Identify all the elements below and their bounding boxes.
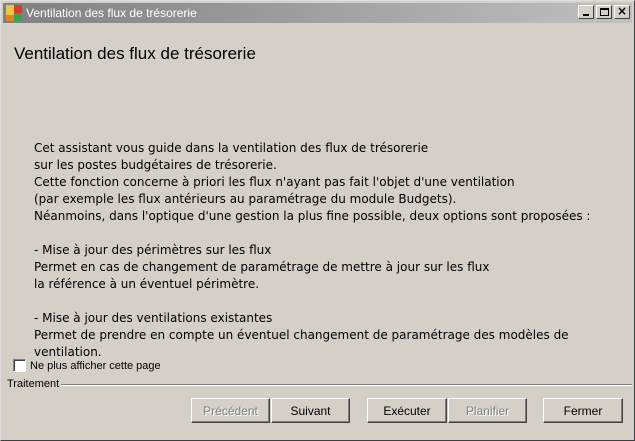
maximize-button[interactable]	[596, 5, 612, 19]
maximize-icon	[600, 8, 609, 16]
description-line: Cet assistant vous guide dans la ventila…	[34, 141, 429, 155]
window-controls: ×	[578, 4, 630, 19]
description-line: (par exemple les flux antérieurs au para…	[34, 192, 457, 206]
wizard-window: Ventilation des flux de trésorerie × Ven…	[0, 0, 635, 441]
dont-show-again-label: Ne plus afficher cette page	[30, 359, 161, 372]
title-bar[interactable]: Ventilation des flux de trésorerie ×	[3, 3, 632, 23]
description-line: - Mise à jour des ventilations existante…	[34, 311, 273, 325]
minimize-button[interactable]	[578, 5, 594, 19]
description-line: sur les postes budgétaires de trésorerie…	[34, 158, 277, 172]
dont-show-again-checkbox[interactable]	[13, 359, 26, 372]
description-line: la référence à un éventuel périmètre.	[34, 277, 260, 291]
processing-group-label: Traitement	[7, 378, 62, 390]
close-icon: ×	[616, 4, 628, 18]
app-icon	[6, 5, 22, 21]
close-button[interactable]: Fermer	[543, 398, 623, 423]
description-line: Permet de prendre en compte un éventuel …	[34, 328, 569, 342]
description-line	[34, 293, 614, 310]
group-divider	[61, 384, 632, 386]
schedule-button[interactable]: Planifier	[448, 398, 527, 423]
next-button[interactable]: Suivant	[271, 398, 350, 423]
minimize-icon	[583, 14, 589, 16]
description-line	[34, 225, 614, 242]
description-line: - Mise à jour des périmètres sur les flu…	[34, 243, 272, 257]
description-text: Cet assistant vous guide dans la ventila…	[34, 140, 614, 361]
close-window-button[interactable]: ×	[614, 4, 630, 19]
description-line: Néanmoins, dans l'optique d'une gestion …	[34, 209, 591, 223]
window-title: Ventilation des flux de trésorerie	[26, 6, 197, 20]
description-line: Permet en cas de changement de paramétra…	[34, 260, 490, 274]
previous-button[interactable]: Précédent	[191, 398, 270, 423]
dont-show-again-option[interactable]: Ne plus afficher cette page	[13, 359, 161, 372]
page-title: Ventilation des flux de trésorerie	[14, 44, 256, 63]
description-line: Cette fonction concerne à priori les flu…	[34, 175, 515, 189]
execute-button[interactable]: Exécuter	[367, 398, 447, 423]
